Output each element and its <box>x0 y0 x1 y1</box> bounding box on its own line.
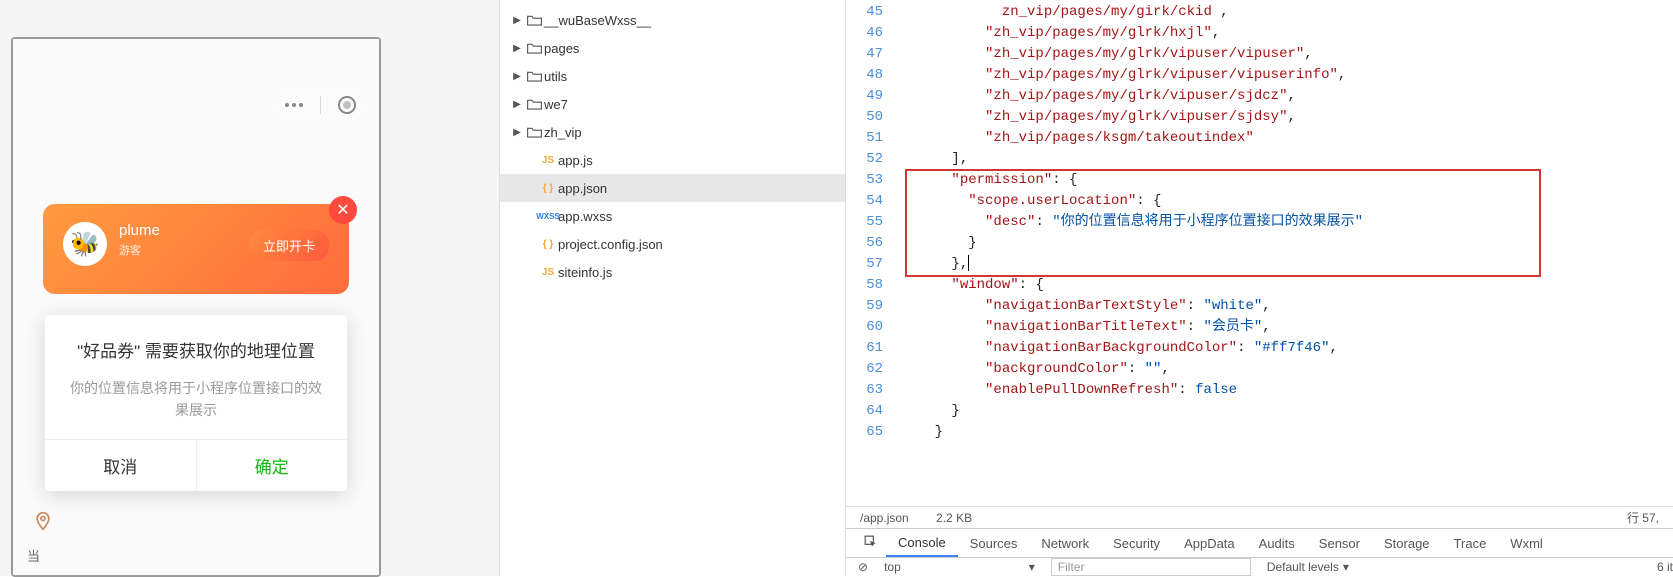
open-card-button[interactable]: 立即开卡 <box>249 230 329 261</box>
file-explorer[interactable]: ▶__wuBaseWxss__▶pages▶utils▶we7▶zh_vipJS… <box>499 0 845 576</box>
line-gutter: 4546474849505152535455565758596061626364… <box>846 0 901 506</box>
code-content[interactable]: zn_vip/pages/my/girk/ckid , "zh_vip/page… <box>901 0 1673 506</box>
items-count: 6 it <box>1657 560 1673 574</box>
file-app-json[interactable]: { }app.json <box>500 174 845 202</box>
code-editor[interactable]: 4546474849505152535455565758596061626364… <box>846 0 1673 506</box>
avatar: 🐝 <box>63 222 107 266</box>
editor-panel: 4546474849505152535455565758596061626364… <box>845 0 1673 576</box>
folder-utils[interactable]: ▶utils <box>500 62 845 90</box>
devtab-trace[interactable]: Trace <box>1442 529 1499 557</box>
clear-console-icon[interactable]: ⊘ <box>858 560 868 574</box>
file-project-config-json[interactable]: { }project.config.json <box>500 230 845 258</box>
folder-pages[interactable]: ▶pages <box>500 34 845 62</box>
card-close-icon[interactable]: ✕ <box>329 196 357 224</box>
devtab-sources[interactable]: Sources <box>958 529 1030 557</box>
file-app-wxss[interactable]: WXSSapp.wxss <box>500 202 845 230</box>
devtab-wxml[interactable]: Wxml <box>1498 529 1555 557</box>
console-toolbar[interactable]: ⊘ top ▾ Filter Default levels ▾ 6 it <box>846 558 1673 576</box>
file-siteinfo-js[interactable]: JSsiteinfo.js <box>500 258 845 286</box>
folder-zh_vip[interactable]: ▶zh_vip <box>500 118 845 146</box>
phone-frame: ✕ 🐝 plume 游客 立即开卡 当 "好品券" 需要获取你的地理位置 你的位… <box>11 37 381 577</box>
dialog-body: 你的位置信息将用于小程序位置接口的效果展示 <box>45 373 347 440</box>
folder-we7[interactable]: ▶we7 <box>500 90 845 118</box>
location-icon <box>33 511 53 531</box>
permission-dialog: "好品券" 需要获取你的地理位置 你的位置信息将用于小程序位置接口的效果展示 取… <box>45 315 347 491</box>
inspect-icon[interactable] <box>856 535 886 552</box>
bottom-label: 当 <box>27 546 40 565</box>
devtab-storage[interactable]: Storage <box>1372 529 1442 557</box>
member-card: ✕ 🐝 plume 游客 立即开卡 <box>43 204 349 294</box>
devtab-console[interactable]: Console <box>886 529 958 557</box>
confirm-button[interactable]: 确定 <box>197 440 348 491</box>
file-size: 2.2 KB <box>936 511 972 525</box>
devtab-network[interactable]: Network <box>1029 529 1101 557</box>
devtab-security[interactable]: Security <box>1101 529 1172 557</box>
miniapp-capsule[interactable] <box>276 89 364 121</box>
simulator-panel: ✕ 🐝 plume 游客 立即开卡 当 "好品券" 需要获取你的地理位置 你的位… <box>0 0 499 576</box>
context-dropdown[interactable]: top ▾ <box>884 560 1035 574</box>
cancel-button[interactable]: 取消 <box>45 440 197 491</box>
file-app-js[interactable]: JSapp.js <box>500 146 845 174</box>
devtab-audits[interactable]: Audits <box>1247 529 1307 557</box>
dialog-title: "好品券" 需要获取你的地理位置 <box>45 315 347 373</box>
devtab-appdata[interactable]: AppData <box>1172 529 1247 557</box>
status-bar: /app.json 2.2 KB 行 57, <box>846 506 1673 528</box>
folder-__wuBaseWxss__[interactable]: ▶__wuBaseWxss__ <box>500 6 845 34</box>
close-icon <box>338 96 356 114</box>
devtab-sensor[interactable]: Sensor <box>1307 529 1372 557</box>
levels-dropdown[interactable]: Default levels ▾ <box>1267 560 1349 574</box>
console-filter-input[interactable]: Filter <box>1051 558 1251 576</box>
menu-icon <box>285 103 303 107</box>
file-path: /app.json <box>860 511 909 525</box>
cursor-position: 行 57, <box>1627 509 1659 526</box>
devtools-tabs[interactable]: ConsoleSourcesNetworkSecurityAppDataAudi… <box>846 528 1673 558</box>
